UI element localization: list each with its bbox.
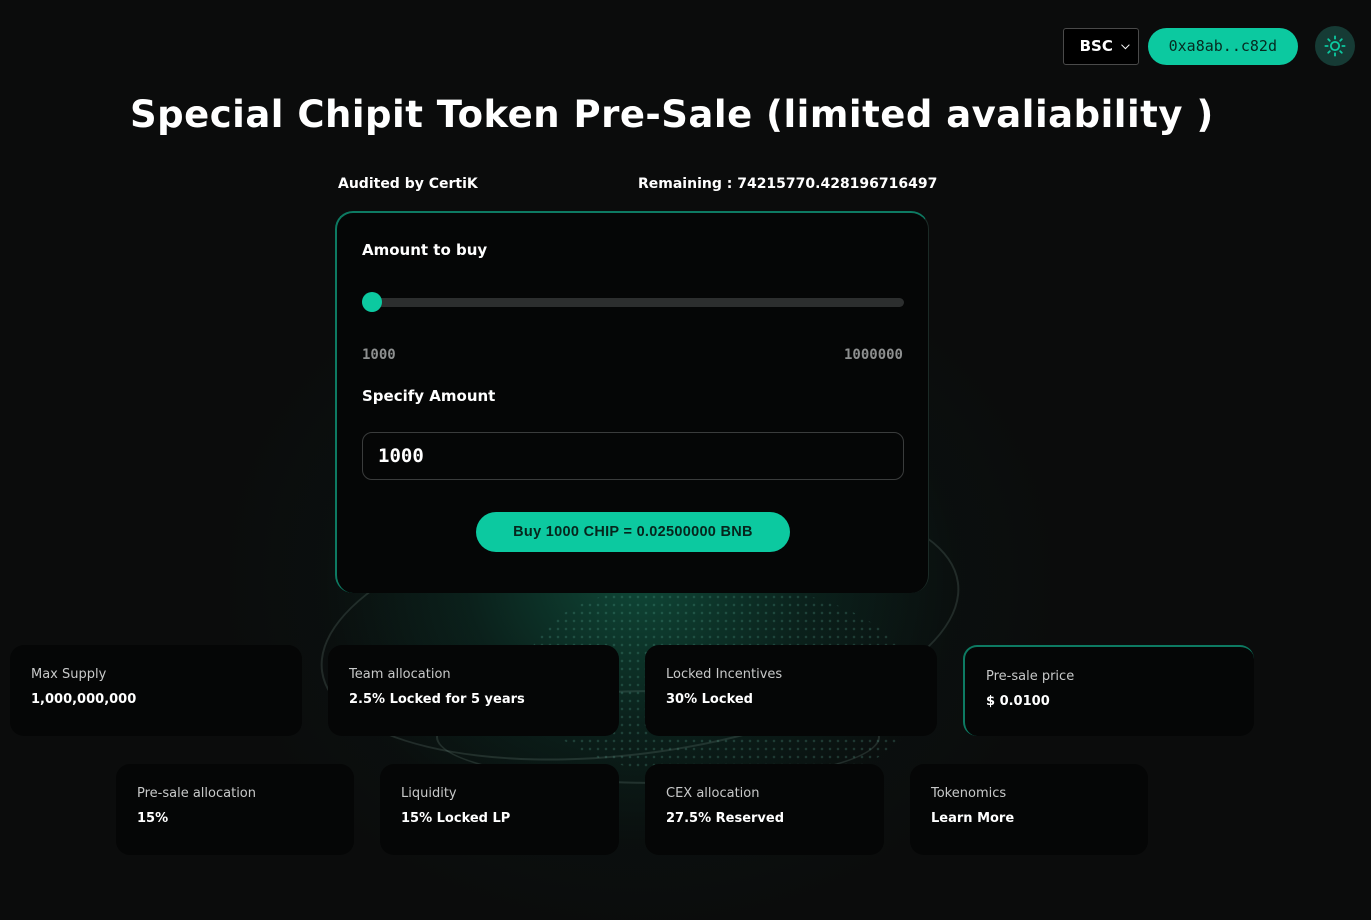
remaining-supply: Remaining : 74215770.428196716497 [638,176,938,192]
stat-card-presale-allocation: Pre-sale allocation 15% [116,764,354,855]
stat-label: CEX allocation [666,786,760,801]
tokenomics-learn-more-link[interactable]: Learn More [931,811,1127,826]
specify-amount-label: Specify Amount [362,387,496,405]
page-title: Special Chipit Token Pre-Sale (limited a… [130,93,1214,136]
stat-value: 27.5% Reserved [666,811,785,826]
stat-label: Max Supply [31,667,107,682]
stat-card-max-supply: Max Supply 1,000,000,000 [10,645,302,736]
stat-card-liquidity: Liquidity 15% Locked LP [380,764,619,855]
stat-value: 15% [137,811,169,826]
stat-value: 1,000,000,000 [31,692,137,707]
network-select[interactable]: BSC ⌵ [1062,27,1139,65]
amount-slider-track[interactable] [362,298,904,307]
stat-value: 15% Locked LP [401,811,511,826]
stat-card-locked-incentives: Locked Incentives 30% Locked [645,645,937,736]
stat-label: Team allocation [349,667,451,682]
stat-label: Liquidity [401,786,457,801]
stat-card-cex-allocation: CEX allocation 27.5% Reserved [645,764,884,855]
network-select-value: BSC [1079,37,1113,55]
audit-label: Audited by CertiK [338,176,478,192]
slider-max-value: 1000000 [843,347,903,363]
stat-label: Pre-sale allocation [137,786,256,801]
amount-to-buy-label: Amount to buy [362,241,488,259]
top-bar: BSC ⌵ 0xa8ab..c82d [1062,26,1355,66]
slider-min-value: 1000 [362,347,396,363]
chevron-down-icon: ⌵ [1121,39,1130,52]
buy-card: Amount to buy 1000 1000000 Specify Amoun… [335,211,929,593]
stat-value: 30% Locked [666,692,753,707]
stat-label: Tokenomics [931,786,1007,801]
stat-value: 2.5% Locked for 5 years [349,692,525,707]
stat-label: Pre-sale price [986,669,1075,684]
stat-card-presale-price: Pre-sale price $ 0.0100 [963,645,1254,736]
theme-toggle-button[interactable] [1315,26,1355,66]
amount-input[interactable] [362,432,904,480]
amount-slider-thumb[interactable] [362,292,382,312]
stat-value: $ 0.0100 [986,694,1050,709]
wallet-address-button[interactable]: 0xa8ab..c82d [1147,27,1298,65]
stat-card-team-allocation: Team allocation 2.5% Locked for 5 years [328,645,619,736]
stat-label: Locked Incentives [666,667,783,682]
buy-button[interactable]: Buy 1000 CHIP = 0.02500000 BNB [476,512,790,552]
sun-icon [1324,35,1346,57]
stat-card-tokenomics[interactable]: Tokenomics Learn More [910,764,1148,855]
